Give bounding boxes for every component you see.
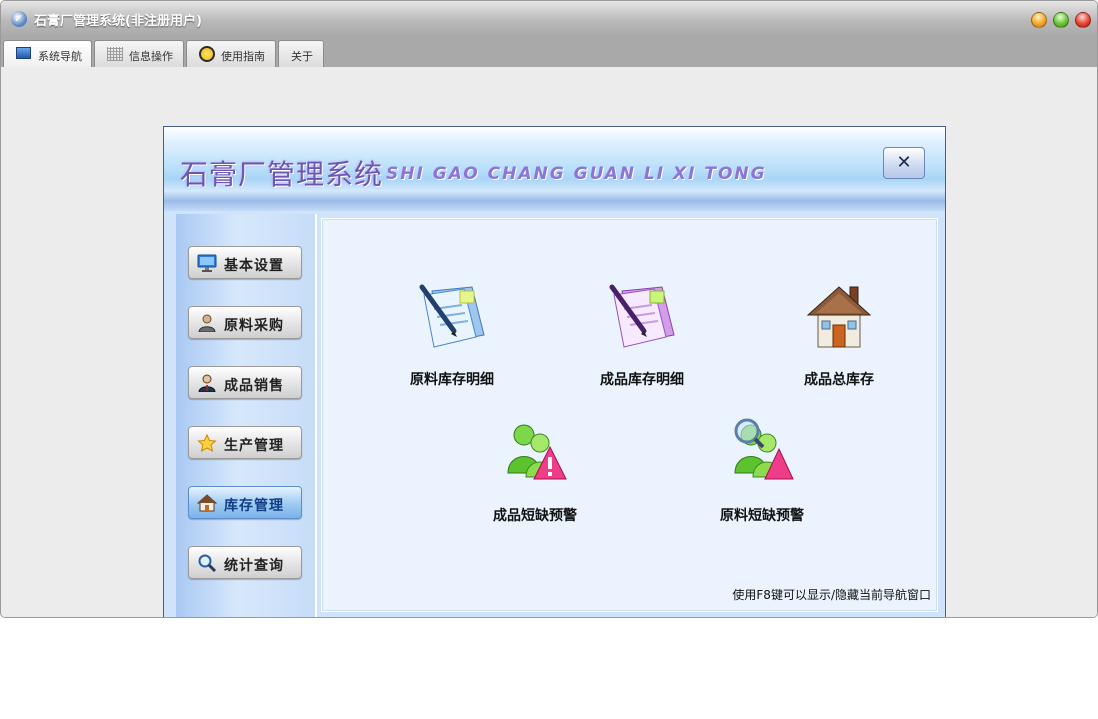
close-panel-button[interactable]: ✕ [883, 147, 925, 179]
tab-bar: 系统导航 信息操作 使用指南 关于 [1, 37, 1097, 68]
house-icon [196, 494, 218, 512]
tile-label: 原料库存明细 [410, 372, 494, 388]
magnifier-icon [197, 554, 217, 573]
monitor-icon [197, 254, 217, 272]
sidebar-item-statistics-query[interactable]: 统计查询 [188, 546, 302, 579]
tab-label: 信息操作 [129, 50, 173, 63]
minimize-button[interactable] [1031, 12, 1047, 28]
f8-hint-text: 使用F8键可以显示/隐藏当前导航窗口 [732, 588, 931, 602]
main-panel: 原料库存明细 成品库存明细 成品总库存 成品短缺预警 原料短缺预警 使用F8键可… [321, 218, 938, 612]
blue-document-icon [402, 281, 502, 357]
sidebar-item-basic-settings[interactable]: 基本设置 [188, 246, 302, 279]
sidebar-item-label: 统计查询 [224, 558, 284, 574]
compass-icon [199, 46, 215, 62]
sidebar-item-label: 基本设置 [224, 258, 284, 274]
maximize-button[interactable] [1053, 12, 1069, 28]
tile-product-inventory-detail[interactable]: 成品库存明细 [592, 281, 692, 391]
user-icon [197, 314, 217, 333]
navigation-panel: 石膏厂管理系统 SHI GAO CHANG GUAN LI XI TONG ✕ … [163, 126, 946, 617]
sidebar-item-label: 成品销售 [224, 378, 284, 394]
monitor-icon [16, 47, 31, 59]
tab-system-navigation[interactable]: 系统导航 [3, 40, 92, 68]
tab-label: 使用指南 [221, 50, 265, 63]
tab-label: 系统导航 [38, 50, 82, 63]
tab-label: 关于 [291, 50, 313, 63]
tab-about[interactable]: 关于 [278, 40, 324, 67]
window-title: 石膏厂管理系统(非注册用户) [34, 14, 202, 29]
users-search-icon [712, 417, 812, 489]
tile-product-total-inventory[interactable]: 成品总库存 [789, 281, 889, 391]
grid-icon [107, 47, 123, 61]
banner: 石膏厂管理系统 SHI GAO CHANG GUAN LI XI TONG ✕ [164, 127, 945, 211]
sidebar-item-label: 库存管理 [224, 498, 284, 514]
sidebar-item-inventory-management[interactable]: 库存管理 [188, 486, 302, 519]
banner-subtitle: SHI GAO CHANG GUAN LI XI TONG [386, 164, 767, 184]
tile-label: 成品短缺预警 [493, 508, 577, 524]
app-logo-icon: ✓ [11, 11, 27, 27]
sidebar-item-label: 生产管理 [224, 438, 284, 454]
business-user-icon [197, 374, 217, 393]
tile-material-shortage-alert[interactable]: 原料短缺预警 [712, 417, 812, 527]
close-window-button[interactable] [1075, 12, 1091, 28]
purple-document-icon [592, 281, 692, 357]
tab-info-operations[interactable]: 信息操作 [94, 40, 184, 67]
tile-material-inventory-detail[interactable]: 原料库存明细 [402, 281, 502, 391]
tile-product-shortage-alert[interactable]: 成品短缺预警 [485, 417, 585, 527]
sidebar-item-product-sales[interactable]: 成品销售 [188, 366, 302, 399]
house-icon [789, 281, 889, 357]
app-window: ✓ 石膏厂管理系统(非注册用户) 系统导航 信息操作 使用指南 关于 石膏厂管理… [0, 0, 1098, 618]
star-icon [197, 433, 217, 452]
sidebar-item-material-purchase[interactable]: 原料采购 [188, 306, 302, 339]
sidebar-item-production-management[interactable]: 生产管理 [188, 426, 302, 459]
banner-title: 石膏厂管理系统 [180, 158, 384, 191]
tab-user-guide[interactable]: 使用指南 [186, 40, 276, 67]
sidebar-item-label: 原料采购 [224, 318, 284, 334]
tile-label: 成品总库存 [804, 372, 874, 388]
sidebar: 基本设置 原料采购 成品销售 生产管理 库存管理 统计查询 [176, 214, 317, 617]
tile-label: 原料短缺预警 [720, 508, 804, 524]
tile-label: 成品库存明细 [600, 372, 684, 388]
content-area: 石膏厂管理系统 SHI GAO CHANG GUAN LI XI TONG ✕ … [1, 67, 1097, 617]
title-bar[interactable]: ✓ 石膏厂管理系统(非注册用户) [1, 1, 1097, 37]
users-alert-icon [485, 417, 585, 489]
